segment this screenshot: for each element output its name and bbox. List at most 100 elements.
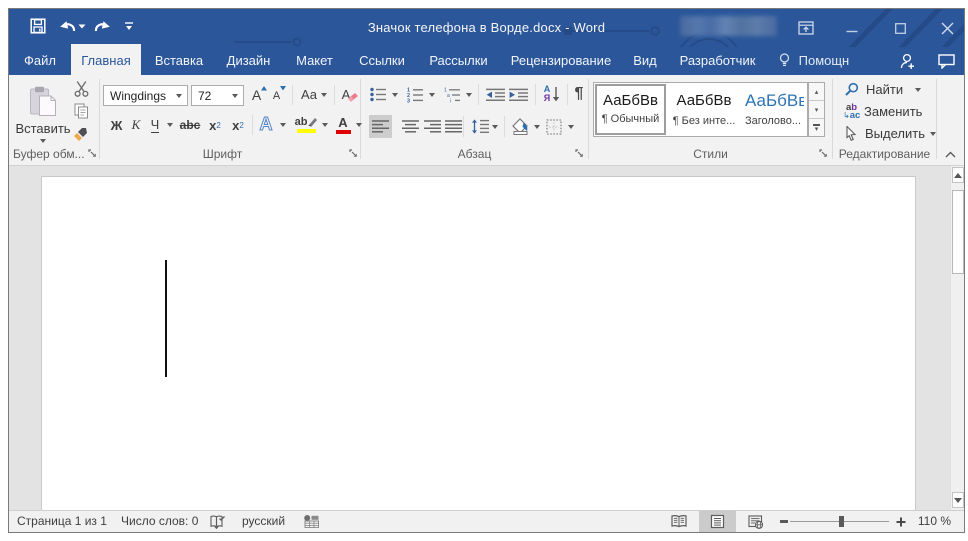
word-count[interactable]: Число слов: 0 <box>121 511 198 532</box>
tab-developer[interactable]: Разработчик <box>673 47 762 75</box>
replace-button[interactable]: ab ↳ac Заменить <box>841 101 931 122</box>
share-button[interactable] <box>895 47 919 75</box>
vertical-scrollbar[interactable] <box>950 166 964 510</box>
align-left-button[interactable] <box>369 115 392 138</box>
underline-dropdown[interactable] <box>164 114 176 136</box>
change-case-arrow <box>320 92 327 97</box>
tab-layout[interactable]: Макет <box>291 47 338 75</box>
font-dialog-launcher[interactable] <box>349 149 359 159</box>
font-name-dropdown-arrow <box>176 94 182 98</box>
ribbon-display-options-button[interactable] <box>795 9 817 47</box>
subscript-button[interactable]: х2 <box>205 114 225 136</box>
tab-view[interactable]: Вид <box>627 47 663 75</box>
styles-gallery-more-button[interactable]: ▾ <box>809 119 824 137</box>
styles-dialog-launcher[interactable] <box>819 149 829 159</box>
document-page[interactable] <box>41 176 916 510</box>
zoom-in-button[interactable] <box>893 511 909 532</box>
language-indicator[interactable]: русский <box>242 511 285 532</box>
document-area[interactable] <box>9 166 964 510</box>
copy-button[interactable] <box>72 102 90 119</box>
bold-button[interactable]: Ж <box>107 114 126 136</box>
styles-scroll-down-button[interactable]: ▾ <box>809 101 824 119</box>
read-mode-button[interactable] <box>665 511 693 532</box>
small-separator <box>252 115 253 135</box>
tab-file[interactable]: Файл <box>15 47 65 75</box>
bullets-button[interactable] <box>367 84 389 105</box>
multilevel-list-dropdown[interactable] <box>463 84 474 105</box>
tab-references[interactable]: Ссылки <box>353 47 411 75</box>
subscript-digit: 2 <box>216 120 221 130</box>
page-indicator[interactable]: Страница 1 из 1 <box>17 511 107 532</box>
cut-button[interactable] <box>71 80 91 98</box>
grow-font-button[interactable]: А <box>250 84 269 105</box>
shading-dropdown[interactable] <box>531 115 542 138</box>
text-effects-dropdown[interactable] <box>277 114 289 136</box>
scroll-up-button[interactable] <box>952 167 964 183</box>
bullets-dropdown[interactable] <box>389 84 400 105</box>
line-spacing-button[interactable] <box>469 115 491 138</box>
style-normal[interactable]: АаБбВв ¶ Обычный <box>595 84 666 135</box>
strikethrough-button[interactable]: abc <box>178 114 202 136</box>
clear-formatting-button[interactable]: А <box>339 84 361 105</box>
line-spacing-dropdown[interactable] <box>489 115 500 138</box>
borders-button[interactable] <box>544 115 564 138</box>
paragraph-dialog-launcher[interactable] <box>575 149 585 159</box>
justify-button[interactable] <box>442 115 464 138</box>
clipboard-dialog-launcher[interactable] <box>88 149 98 159</box>
font-name-combo[interactable]: Wingdings <box>103 85 188 106</box>
decrease-indent-button[interactable] <box>483 84 507 105</box>
align-right-button[interactable] <box>421 115 443 138</box>
style-no-spacing[interactable]: АаБбВв ¶ Без инте... <box>668 84 740 135</box>
macro-recording-button[interactable] <box>300 511 322 532</box>
text-effects-button[interactable]: А <box>255 112 277 137</box>
tab-home[interactable]: Главная <box>71 44 141 75</box>
font-color-button[interactable]: А <box>334 112 352 137</box>
font-color-dropdown[interactable] <box>353 114 364 136</box>
format-painter-button[interactable] <box>72 124 90 142</box>
minimize-button[interactable] <box>841 9 863 47</box>
tab-mailings[interactable]: Рассылки <box>425 47 492 75</box>
increase-indent-button[interactable] <box>506 84 530 105</box>
close-button[interactable] <box>935 9 959 47</box>
highlight-dropdown[interactable] <box>319 114 331 136</box>
maximize-button[interactable] <box>889 9 911 47</box>
zoom-slider-thumb[interactable] <box>839 516 844 527</box>
find-button[interactable]: Найти <box>841 79 931 100</box>
style-heading1[interactable]: АаБбВв Заголово... <box>742 84 804 135</box>
scroll-down-button[interactable] <box>952 492 964 508</box>
shading-button[interactable] <box>509 115 531 138</box>
tab-review[interactable]: Рецензирование <box>505 47 617 75</box>
select-button[interactable]: Выделить <box>841 123 941 144</box>
account-button[interactable] <box>680 16 777 36</box>
tell-me-box[interactable]: Помощн <box>779 47 859 75</box>
shrink-font-button[interactable]: А <box>271 84 288 105</box>
tab-design[interactable]: Дизайн <box>221 47 276 75</box>
font-size-combo[interactable]: 72 <box>191 85 244 106</box>
tab-insert[interactable]: Вставка <box>150 47 208 75</box>
comments-button[interactable] <box>934 47 958 75</box>
replace-label: Заменить <box>864 104 923 119</box>
numbering-button[interactable]: 1 2 3 <box>404 84 426 105</box>
multilevel-list-button[interactable]: 1 a i <box>441 84 463 105</box>
collapse-ribbon-button[interactable] <box>940 147 960 161</box>
show-marks-button[interactable]: ¶ <box>569 82 589 106</box>
proofing-book-icon <box>210 515 225 529</box>
print-layout-button[interactable] <box>699 511 736 532</box>
proofing-status-button[interactable] <box>207 511 229 532</box>
zoom-level[interactable]: 110 % <box>918 511 951 532</box>
ribbon: Вставить Буфер обм... Wingdings 72 А А A… <box>9 75 964 166</box>
change-case-button[interactable]: Aa <box>298 84 330 105</box>
italic-button[interactable]: К <box>128 114 144 136</box>
web-layout-button[interactable] <box>742 511 770 532</box>
align-center-button[interactable] <box>399 115 421 138</box>
numbering-dropdown[interactable] <box>426 84 437 105</box>
sort-button[interactable]: А Я <box>540 82 564 106</box>
styles-scroll-up-button[interactable]: ▴ <box>809 83 824 101</box>
paste-button[interactable]: Вставить <box>15 81 71 147</box>
highlight-button[interactable]: ab <box>293 112 319 137</box>
superscript-button[interactable]: х2 <box>228 114 248 136</box>
borders-dropdown[interactable] <box>565 115 576 138</box>
underline-button[interactable]: Ч <box>147 114 163 136</box>
scrollbar-thumb[interactable] <box>952 190 964 274</box>
bullets-arrow <box>391 92 398 97</box>
